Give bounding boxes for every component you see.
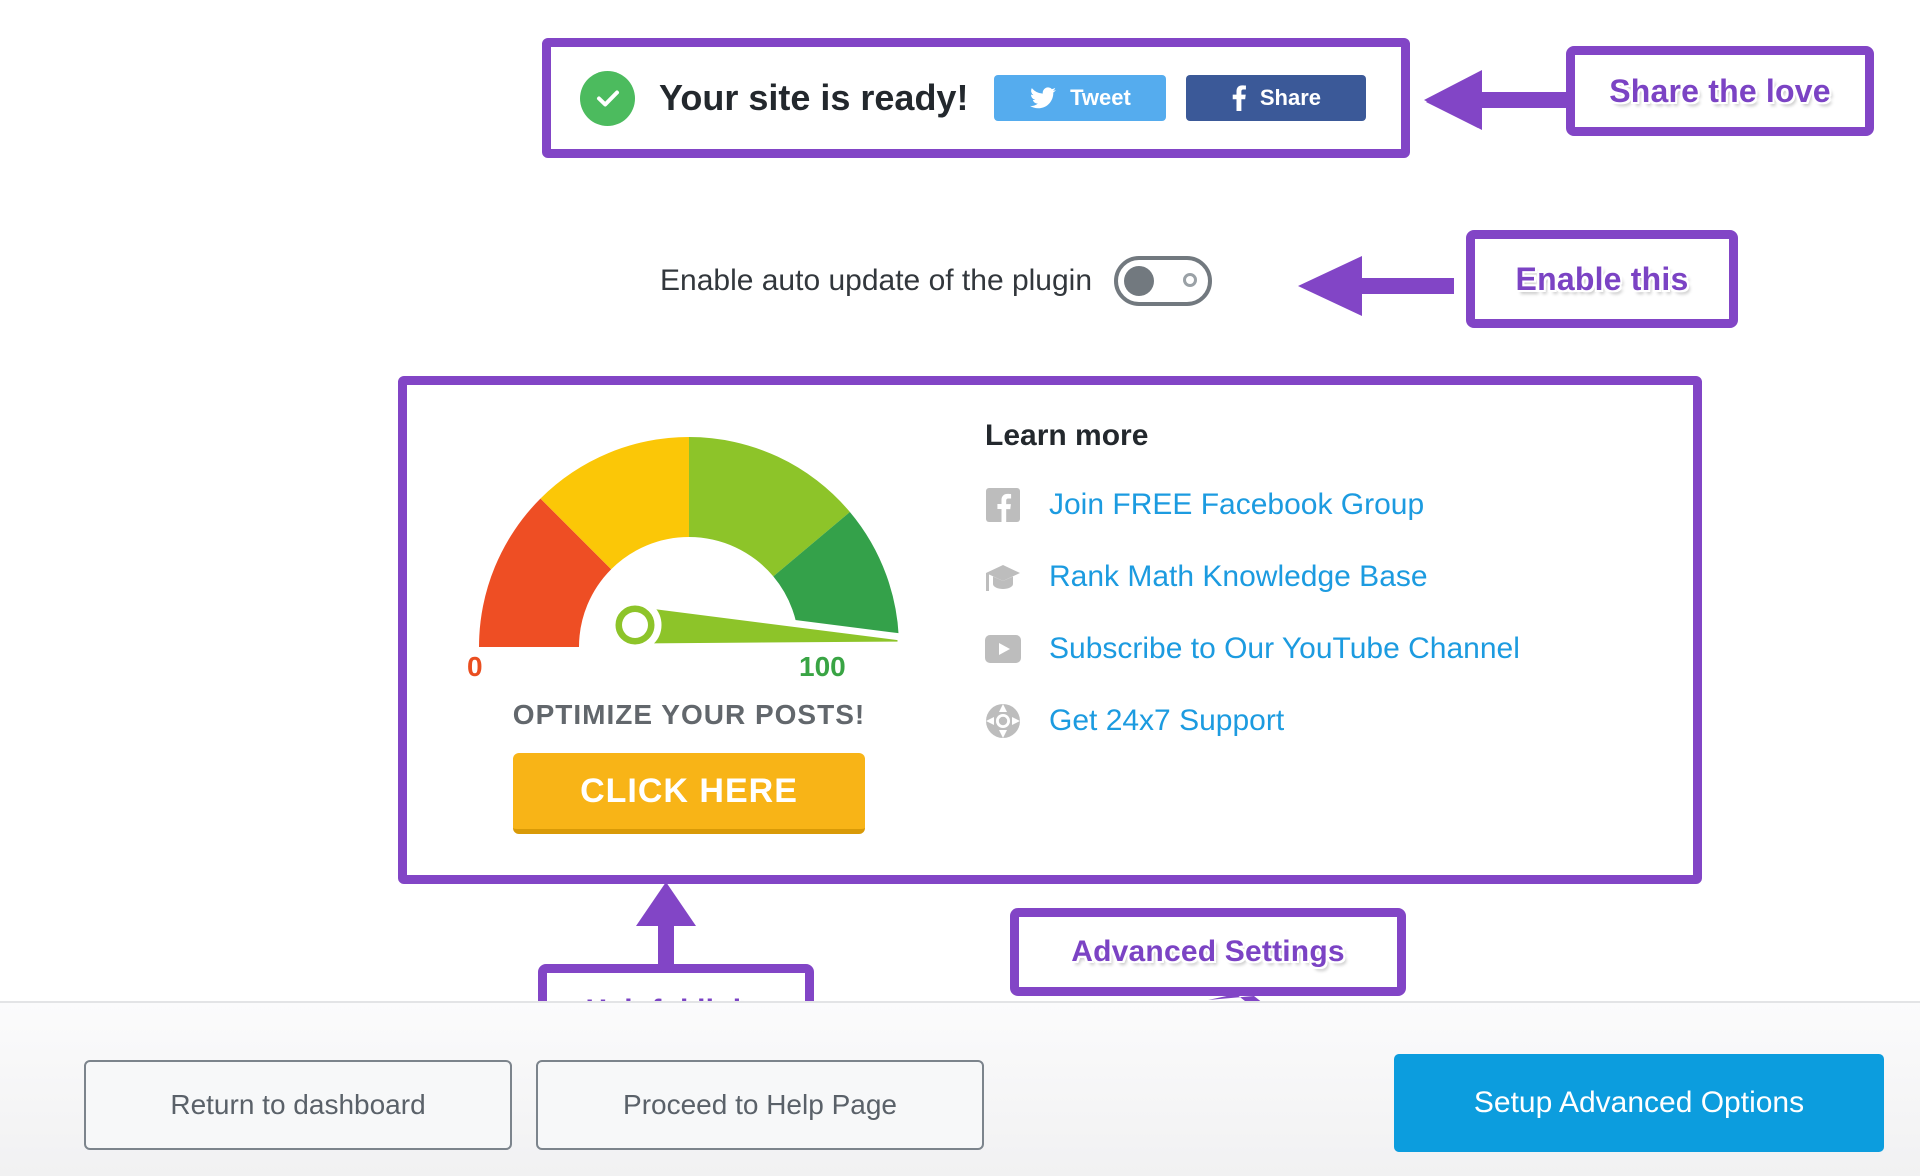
toggle-off-indicator (1183, 273, 1198, 287)
proceed-to-help-page-button[interactable]: Proceed to Help Page (536, 1060, 984, 1150)
optimize-caption: OPTIMIZE YOUR POSTS! (512, 699, 866, 730)
link-label: Rank Math Knowledge Base (1049, 560, 1428, 593)
annotation-advanced-settings: Advanced Settings (1010, 908, 1406, 996)
ready-title: Your site is ready! (659, 77, 969, 118)
link-label: Join FREE Facebook Group (1049, 488, 1425, 521)
link-label: Subscribe to Our YouTube Channel (1049, 632, 1520, 665)
gauge-max-label: 100 (799, 651, 846, 682)
check-circle-icon (580, 70, 635, 126)
link-get-support[interactable]: Get 24x7 Support (985, 703, 1675, 739)
tweet-button-label: Tweet (1070, 85, 1131, 110)
share-the-love-arrow (1424, 70, 1570, 130)
facebook-icon (1232, 85, 1246, 111)
setup-advanced-options-label: Setup Advanced Options (1473, 1086, 1805, 1119)
auto-update-row: Enable auto update of the plugin (660, 256, 1213, 306)
screenshot-root: Your site is ready! Tweet Share Share th… (0, 0, 1920, 1176)
annotation-advanced-settings-text: Advanced Settings (1071, 935, 1345, 968)
learn-more-section: Learn more Join FREE Facebook Group Rank… (985, 419, 1675, 775)
setup-advanced-options-button[interactable]: Setup Advanced Options (1394, 1054, 1884, 1152)
ready-banner: Your site is ready! Tweet Share (542, 38, 1410, 158)
gauge-scale: 0 100 (439, 651, 939, 685)
link-label: Get 24x7 Support (1049, 704, 1285, 737)
toggle-knob (1124, 266, 1155, 296)
link-knowledge-base[interactable]: Rank Math Knowledge Base (985, 559, 1675, 595)
gauge-widget: 0 100 OPTIMIZE YOUR POSTS! CLICK HERE (429, 407, 949, 834)
link-join-facebook-group[interactable]: Join FREE Facebook Group (985, 487, 1675, 523)
life-ring-icon (985, 703, 1021, 739)
link-youtube-channel[interactable]: Subscribe to Our YouTube Channel (985, 631, 1675, 667)
twitter-icon (1030, 87, 1057, 109)
youtube-play-icon (985, 631, 1021, 667)
share-button-label: Share (1259, 85, 1322, 110)
annotation-share-the-love: Share the love (1566, 46, 1874, 136)
proceed-to-help-page-label: Proceed to Help Page (623, 1089, 897, 1120)
annotation-enable-this: Enable this (1466, 230, 1738, 328)
gauge-panel-highlight: 0 100 OPTIMIZE YOUR POSTS! CLICK HERE Le… (398, 376, 1702, 884)
tweet-button[interactable]: Tweet (994, 75, 1167, 121)
facebook-icon (985, 487, 1021, 523)
share-button[interactable]: Share (1186, 75, 1367, 121)
auto-update-toggle[interactable] (1114, 256, 1213, 306)
annotation-enable-this-text: Enable this (1515, 260, 1689, 297)
annotation-share-the-love-text: Share the love (1609, 72, 1831, 109)
graduation-cap-icon (985, 559, 1021, 595)
return-to-dashboard-label: Return to dashboard (170, 1089, 426, 1120)
learn-more-title: Learn more (985, 419, 1149, 452)
enable-this-arrow (1298, 256, 1454, 316)
auto-update-label: Enable auto update of the plugin (660, 264, 1093, 297)
click-here-button[interactable]: CLICK HERE (513, 753, 865, 834)
optimization-gauge (479, 437, 905, 652)
click-here-button-label: CLICK HERE (580, 771, 798, 810)
return-to-dashboard-button[interactable]: Return to dashboard (84, 1060, 512, 1150)
gauge-min-label: 0 (467, 651, 483, 682)
